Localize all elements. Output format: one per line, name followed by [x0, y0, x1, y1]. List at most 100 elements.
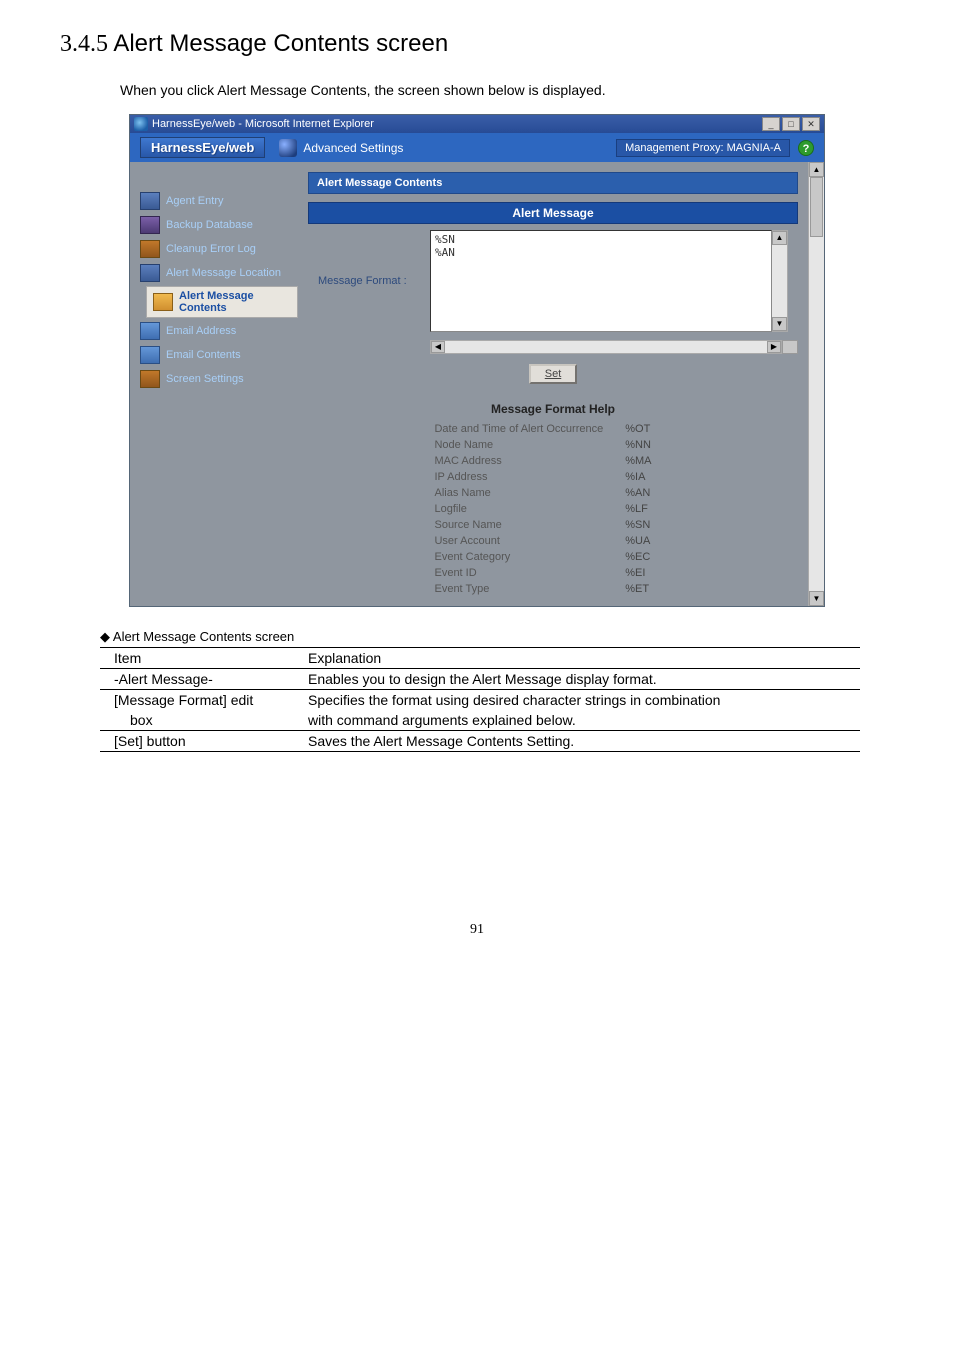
help-name: User Account: [434, 534, 623, 548]
minimize-button[interactable]: _: [762, 117, 780, 131]
col-item: Item: [100, 648, 300, 669]
sidebar-item-label: Agent Entry: [166, 195, 223, 207]
scroll-up-icon[interactable]: ▲: [809, 162, 824, 177]
table-row: MAC Address%MA: [434, 454, 671, 468]
intro-text: When you click Alert Message Contents, t…: [120, 82, 894, 98]
sidebar-item-label: Alert Message Location: [166, 267, 281, 279]
desc-explanation: Enables you to design the Alert Message …: [300, 669, 860, 690]
cleanup-error-icon: [140, 240, 160, 258]
table-row: Event ID%EI: [434, 566, 671, 580]
section-heading: 3.4.5 Alert Message Contents screen: [60, 30, 894, 58]
table-row: Alias Name%AN: [434, 486, 671, 500]
description-table: Item Explanation -Alert Message- Enables…: [100, 647, 860, 752]
help-name: Source Name: [434, 518, 623, 532]
help-name: IP Address: [434, 470, 623, 484]
help-fmt: %ET: [625, 582, 671, 596]
sidebar-item-email-contents[interactable]: Email Contents: [136, 344, 298, 366]
sidebar-item-screen-settings[interactable]: Screen Settings: [136, 368, 298, 390]
sidebar-item-email-address[interactable]: Email Address: [136, 320, 298, 342]
sidebar-item-alert-message-contents[interactable]: Alert Message Contents: [146, 286, 298, 318]
desc-caption: ◆ Alert Message Contents screen: [100, 629, 894, 645]
help-name: Node Name: [434, 438, 623, 452]
management-proxy-select[interactable]: Management Proxy: MAGNIA-A: [616, 139, 790, 157]
scroll-left-icon[interactable]: ◀: [431, 341, 445, 353]
panel-title: Alert Message Contents: [308, 172, 798, 194]
main-panel: Alert Message Contents Alert Message Mes…: [298, 162, 824, 606]
desc-item: [Set] button: [100, 731, 300, 752]
help-name: Logfile: [434, 502, 623, 516]
table-row: box with command arguments explained bel…: [100, 710, 860, 731]
maximize-button[interactable]: □: [782, 117, 800, 131]
help-fmt: %UA: [625, 534, 671, 548]
sidebar-item-label: Cleanup Error Log: [166, 243, 256, 255]
help-fmt: %IA: [625, 470, 671, 484]
close-button[interactable]: ✕: [802, 117, 820, 131]
textarea-scrollbar[interactable]: ▲ ▼: [772, 230, 788, 332]
backup-database-icon: [140, 216, 160, 234]
scroll-down-icon[interactable]: ▼: [772, 317, 787, 331]
app-header: HarnessEye/web Advanced Settings Managem…: [130, 133, 824, 162]
help-name: Date and Time of Alert Occurrence: [434, 422, 623, 436]
message-format-label: Message Format :: [318, 275, 430, 287]
email-contents-icon: [140, 346, 160, 364]
help-name: MAC Address: [434, 454, 623, 468]
desc-explanation: Specifies the format using desired chara…: [300, 690, 860, 711]
sidebar-item-label: Screen Settings: [166, 373, 244, 385]
alert-location-icon: [140, 264, 160, 282]
sidebar-item-label: Alert Message Contents: [179, 290, 291, 314]
table-row: Event Type%ET: [434, 582, 671, 596]
help-fmt: %NN: [625, 438, 671, 452]
help-name: Event ID: [434, 566, 623, 580]
scroll-up-icon[interactable]: ▲: [772, 231, 787, 245]
section-title: Alert Message Contents screen: [113, 30, 448, 57]
help-fmt: %EC: [625, 550, 671, 564]
desc-explanation: with command arguments explained below.: [300, 710, 860, 731]
help-fmt: %AN: [625, 486, 671, 500]
scroll-corner: [782, 340, 798, 354]
help-fmt: %OT: [625, 422, 671, 436]
sidebar: Agent Entry Backup Database Cleanup Erro…: [130, 162, 298, 606]
table-row: Event Category%EC: [434, 550, 671, 564]
email-address-icon: [140, 322, 160, 340]
desc-item: [Message Format] edit: [100, 690, 300, 711]
sidebar-item-alert-message-location[interactable]: Alert Message Location: [136, 262, 298, 284]
col-explanation: Explanation: [300, 648, 860, 669]
table-row: Node Name%NN: [434, 438, 671, 452]
desc-item: box: [100, 710, 300, 731]
desc-item: -Alert Message-: [100, 669, 300, 690]
alert-contents-icon: [153, 293, 173, 311]
help-title: Message Format Help: [308, 402, 798, 416]
scroll-down-icon[interactable]: ▼: [809, 591, 824, 606]
help-fmt: %EI: [625, 566, 671, 580]
sidebar-item-agent-entry[interactable]: Agent Entry: [136, 190, 298, 212]
agent-entry-icon: [140, 192, 160, 210]
help-fmt: %LF: [625, 502, 671, 516]
table-row: Date and Time of Alert Occurrence%OT: [434, 422, 671, 436]
help-fmt: %MA: [625, 454, 671, 468]
help-icon[interactable]: ?: [798, 140, 814, 156]
page-scrollbar[interactable]: ▲ ▼: [808, 162, 824, 606]
table-row: IP Address%IA: [434, 470, 671, 484]
advanced-settings-label[interactable]: Advanced Settings: [303, 141, 403, 155]
desc-explanation: Saves the Alert Message Contents Setting…: [300, 731, 860, 752]
screen-settings-icon: [140, 370, 160, 388]
scroll-right-icon[interactable]: ▶: [767, 341, 781, 353]
table-row: Logfile%LF: [434, 502, 671, 516]
app-logo: HarnessEye/web: [140, 137, 265, 158]
help-name: Event Category: [434, 550, 623, 564]
table-row: -Alert Message- Enables you to design th…: [100, 669, 860, 690]
sidebar-item-label: Email Address: [166, 325, 236, 337]
help-fmt: %SN: [625, 518, 671, 532]
ie-icon: [134, 117, 148, 131]
set-button[interactable]: Set: [529, 364, 578, 384]
alert-message-band: Alert Message: [308, 202, 798, 224]
sidebar-item-label: Email Contents: [166, 349, 241, 361]
table-row: Source Name%SN: [434, 518, 671, 532]
sidebar-item-backup-database[interactable]: Backup Database: [136, 214, 298, 236]
app-window: HarnessEye/web - Microsoft Internet Expl…: [129, 114, 825, 607]
textarea-hscrollbar[interactable]: ◀ ▶: [430, 340, 782, 354]
sidebar-item-cleanup-error-log[interactable]: Cleanup Error Log: [136, 238, 298, 260]
scroll-thumb[interactable]: [810, 177, 823, 237]
message-format-input[interactable]: [430, 230, 772, 332]
table-row: [Message Format] edit Specifies the form…: [100, 690, 860, 711]
